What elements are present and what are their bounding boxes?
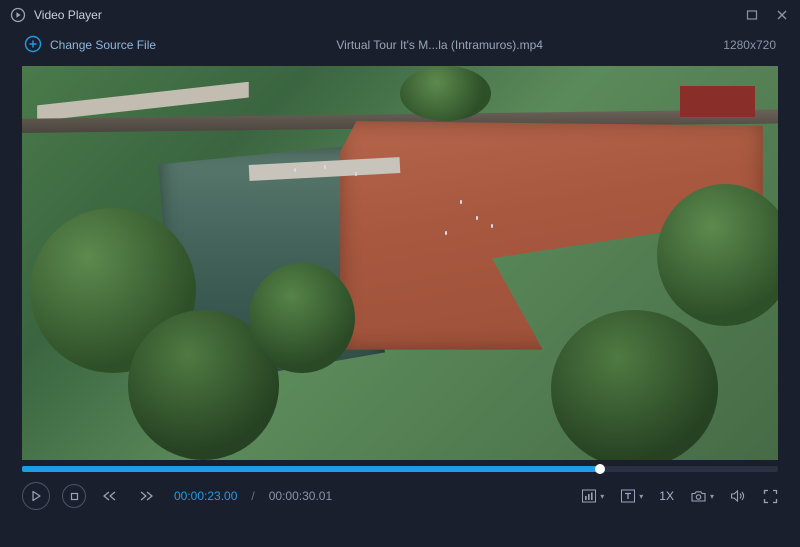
fullscreen-button[interactable] [763, 489, 778, 504]
camera-icon [690, 490, 707, 503]
stop-button[interactable] [62, 484, 86, 508]
titlebar: Video Player [0, 0, 800, 30]
source-resolution: 1280x720 [723, 38, 776, 52]
text-menu-button[interactable]: ▾ [620, 489, 643, 503]
video-frame [22, 66, 778, 460]
forward-button[interactable] [134, 484, 158, 508]
playback-speed-button[interactable]: 1X [659, 489, 674, 503]
time-separator: / [251, 489, 254, 503]
change-source-button[interactable]: Change Source File [24, 35, 156, 56]
time-current: 00:00:23.00 [174, 489, 237, 503]
volume-button[interactable] [730, 489, 747, 503]
chevron-down-icon: ▾ [600, 492, 604, 501]
maximize-button[interactable] [744, 7, 760, 23]
app-title: Video Player [34, 8, 102, 22]
progress-fill [22, 466, 600, 472]
video-viewport[interactable] [22, 66, 778, 460]
rewind-button[interactable] [98, 484, 122, 508]
bar-chart-icon [581, 489, 597, 503]
infobar: Change Source File Virtual Tour It's M..… [0, 30, 800, 60]
change-source-label: Change Source File [50, 38, 156, 52]
controls-bar: 00:00:23.00 / 00:00:30.01 ▾ ▾ 1X ▾ [0, 472, 800, 520]
volume-icon [730, 489, 747, 503]
close-button[interactable] [774, 7, 790, 23]
progress-thumb[interactable] [595, 464, 605, 474]
chart-menu-button[interactable]: ▾ [581, 489, 604, 503]
text-box-icon [620, 489, 636, 503]
plus-circle-icon [24, 35, 42, 56]
camera-menu-button[interactable]: ▾ [690, 490, 714, 503]
chevron-down-icon: ▾ [710, 492, 714, 501]
chevron-down-icon: ▾ [639, 492, 643, 501]
fullscreen-icon [763, 489, 778, 504]
play-button[interactable] [22, 482, 50, 510]
app-play-icon [10, 7, 26, 23]
progress-bar[interactable] [22, 466, 778, 472]
source-filename: Virtual Tour It's M...la (Intramuros).mp… [156, 38, 723, 52]
time-total: 00:00:30.01 [269, 489, 332, 503]
